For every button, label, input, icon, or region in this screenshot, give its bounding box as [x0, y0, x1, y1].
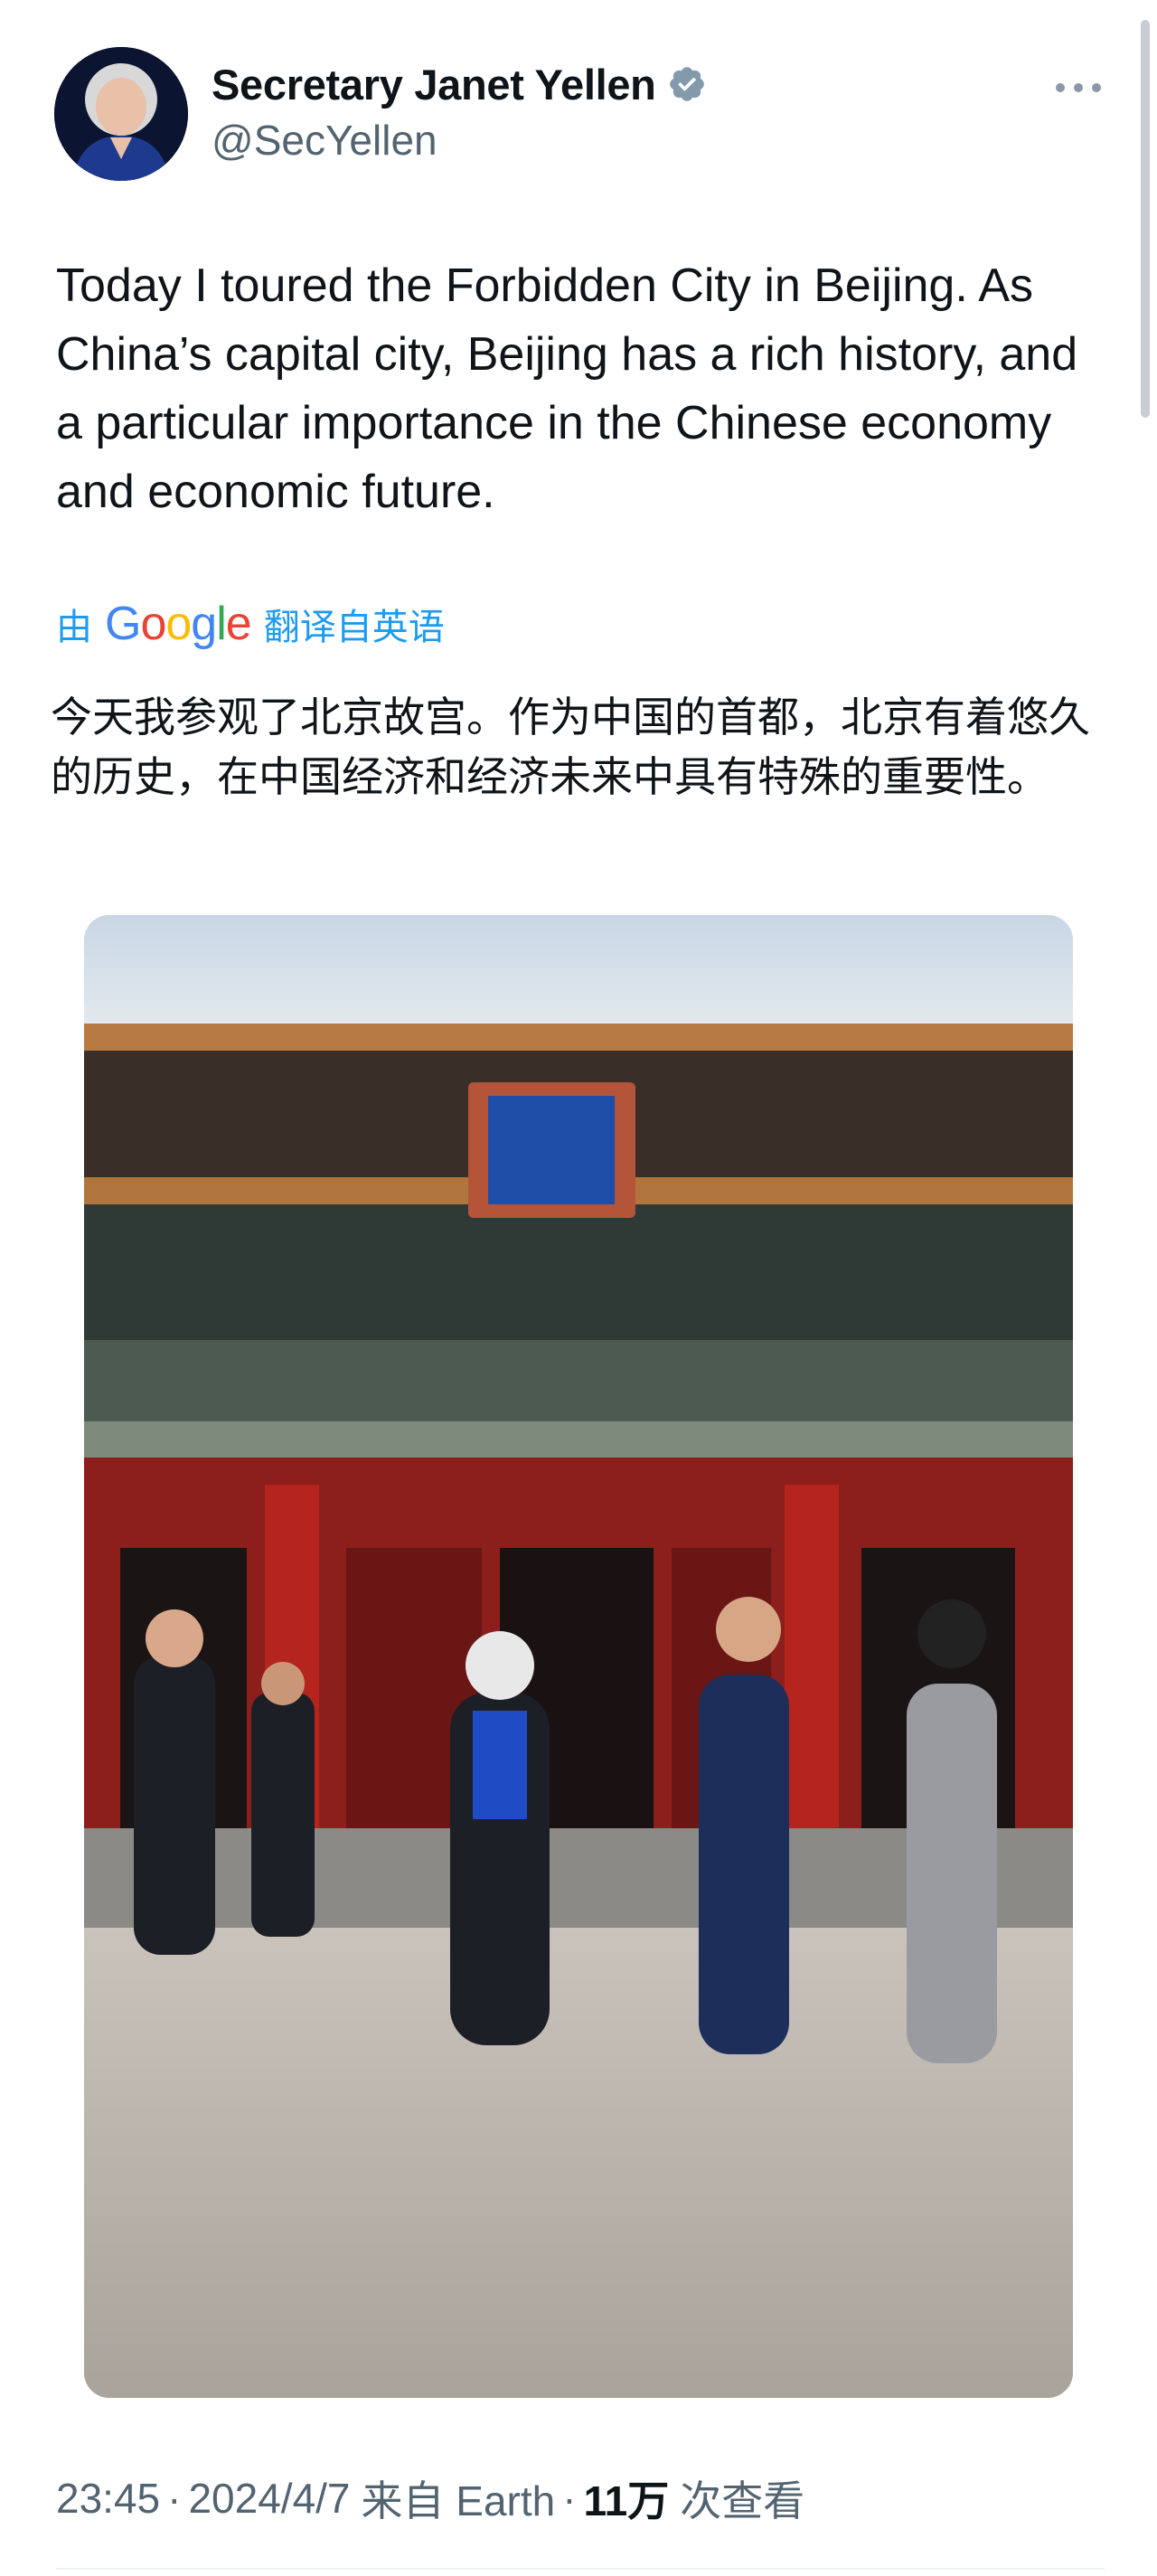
tweet-meta: 23:45 · 2024/4/7 来自 Earth · 11万 次查看 — [56, 2468, 804, 2528]
tweet-header: Secretary Janet Yellen @SecYellen — [54, 47, 1112, 183]
display-name[interactable]: Secretary Janet Yellen — [212, 60, 656, 109]
tweet-source: 来自 Earth — [361, 2477, 556, 2524]
tweet-text: Today I toured the Forbidden City in Bei… — [56, 259, 1078, 518]
tweet-time[interactable]: 23:45 — [56, 2474, 160, 2523]
meta-separator-2: · — [562, 2475, 577, 2522]
handle[interactable]: @SecYellen — [212, 116, 437, 165]
divider — [56, 2568, 1105, 2570]
translated-text: 今天我参观了北京故宫。作为中国的首都，北京有着悠久的历史，在中国经济和经济未来中… — [51, 693, 1090, 801]
views-label: 次查看 — [680, 2477, 805, 2524]
translation-attribution[interactable]: 由 Google 翻译自英语 — [56, 597, 445, 651]
translation-prefix: 由 — [56, 608, 92, 647]
tweet-photo[interactable] — [84, 915, 1073, 2398]
name-row: Secretary Janet Yellen — [212, 58, 707, 110]
views-count: 11万 — [583, 2477, 670, 2524]
translation-suffix: 翻译自英语 — [263, 608, 445, 647]
tweet-date[interactable]: 2024/4/7 — [188, 2474, 350, 2523]
more-options-icon[interactable] — [1056, 74, 1101, 101]
meta-separator: · — [167, 2475, 182, 2522]
google-logo: Google — [105, 598, 252, 650]
verified-badge-icon — [669, 67, 704, 101]
scrollbar[interactable] — [1141, 20, 1150, 418]
avatar[interactable] — [54, 47, 188, 181]
